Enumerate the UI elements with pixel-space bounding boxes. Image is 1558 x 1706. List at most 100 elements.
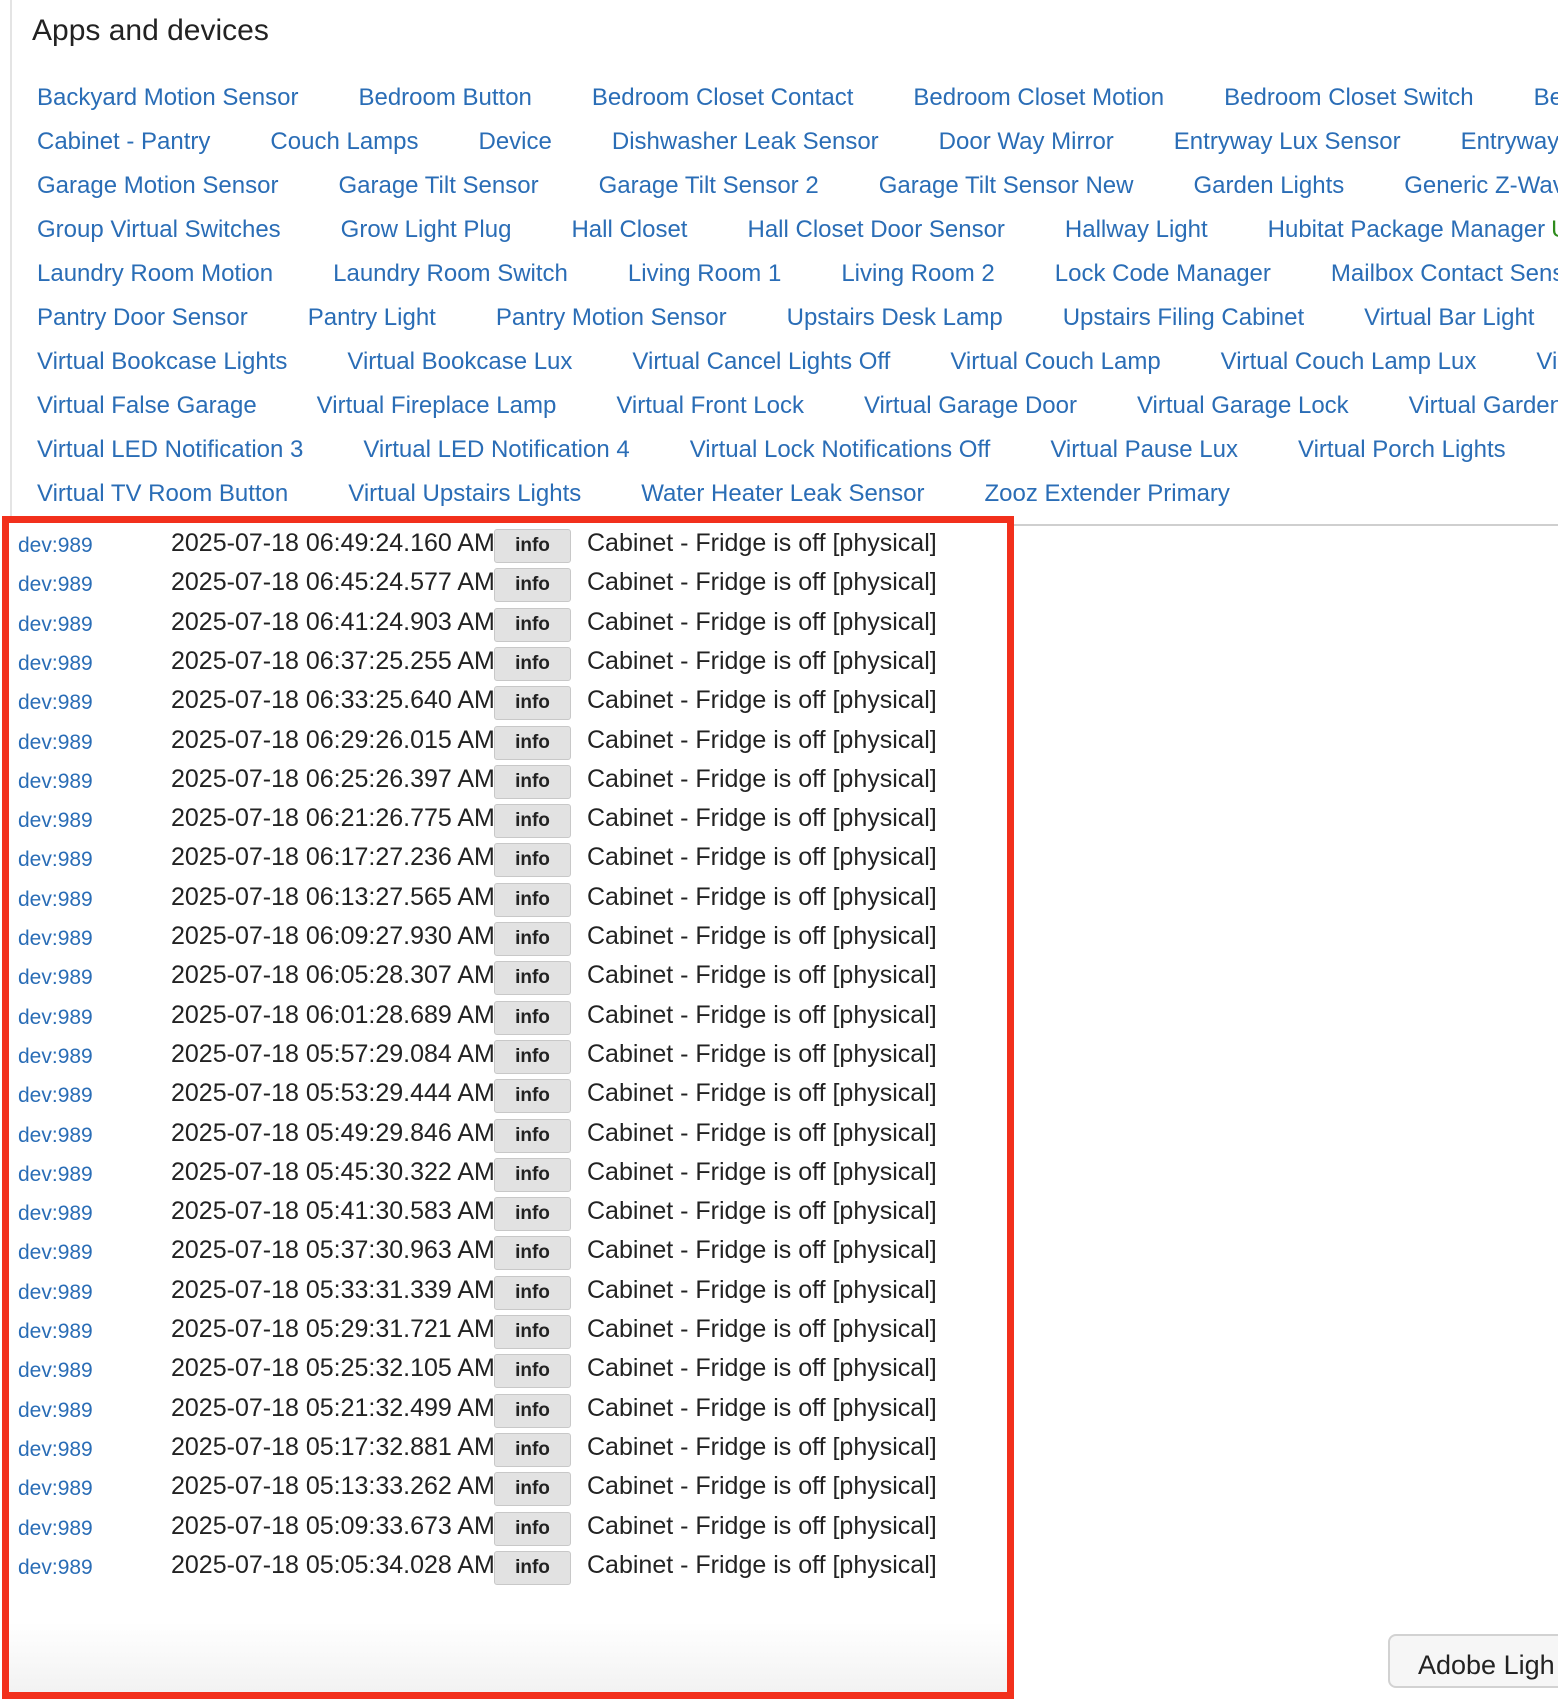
log-message: Cabinet - Fridge is off [physical] — [587, 882, 937, 911]
device-link[interactable]: Hall Closet Door Sensor — [747, 216, 1004, 244]
device-link[interactable]: Door Way Mirror — [939, 128, 1114, 156]
log-message: Cabinet - Fridge is off [physical] — [587, 646, 937, 675]
log-device-link[interactable]: dev:989 — [18, 848, 93, 872]
log-device-link[interactable]: dev:989 — [18, 1556, 93, 1580]
log-device-link[interactable]: dev:989 — [18, 1084, 93, 1108]
device-link[interactable]: Virtual Garage Lock — [1137, 392, 1349, 420]
device-link[interactable]: Virtual Couch Lamp Lux — [1221, 348, 1477, 376]
log-device-link[interactable]: dev:989 — [18, 652, 93, 676]
log-device-link[interactable]: dev:989 — [18, 1438, 93, 1462]
device-link[interactable]: Virtual Cancel Lights Off — [632, 348, 890, 376]
adobe-app-tooltip[interactable]: Adobe Ligh — [1388, 1634, 1558, 1688]
device-link[interactable]: Hall Closet — [571, 216, 687, 244]
device-link[interactable]: Virtual Bookcase Lights — [37, 348, 287, 376]
device-link[interactable]: Pantry Light — [308, 304, 436, 332]
device-link[interactable]: Virtual TV Room Button — [37, 480, 288, 508]
device-link[interactable]: Dishwasher Leak Sensor — [612, 128, 879, 156]
log-device-link[interactable]: dev:989 — [18, 966, 93, 990]
device-link[interactable]: Virtual Front Lock — [616, 392, 804, 420]
device-link[interactable]: Device — [479, 128, 552, 156]
log-device-link[interactable]: dev:989 — [18, 731, 93, 755]
log-device-link[interactable]: dev:989 — [18, 1517, 93, 1541]
device-link[interactable]: Virtual False Garage — [37, 392, 257, 420]
log-device-link[interactable]: dev:989 — [18, 1202, 93, 1226]
device-link[interactable]: Garage Tilt Sensor — [338, 172, 538, 200]
device-link[interactable]: Garden Lights — [1193, 172, 1344, 200]
log-timestamp: 2025-07-18 05:09:33.673 AM — [171, 1511, 495, 1540]
device-link[interactable]: Garage Tilt Sensor 2 — [599, 172, 819, 200]
device-link[interactable]: Virtual Bar Light — [1364, 304, 1534, 332]
device-link[interactable]: Bedroom Closet Switch — [1224, 84, 1473, 112]
device-link[interactable]: Laundry Room Switch — [333, 260, 568, 288]
device-link[interactable]: Upstairs Filing Cabinet — [1063, 304, 1304, 332]
log-device-link[interactable]: dev:989 — [18, 613, 93, 637]
log-device-link[interactable]: dev:989 — [18, 573, 93, 597]
log-device-link[interactable]: dev:989 — [18, 1163, 93, 1187]
device-link[interactable]: Cabinet - Pantry — [37, 128, 210, 156]
device-link[interactable]: Virtual LED Notification 4 — [363, 436, 629, 464]
device-link[interactable]: Bedroom Closet Motion — [913, 84, 1164, 112]
log-row: dev:989 2025-07-18 06:05:28.307 AM info Cab… — [9, 956, 1007, 999]
device-link[interactable]: Living Room 2 — [841, 260, 994, 288]
device-link[interactable]: Upstairs Desk Lamp — [787, 304, 1003, 332]
device-link[interactable]: Lock Code Manager — [1055, 260, 1271, 288]
device-link[interactable]: Pantry Door Sensor — [37, 304, 248, 332]
device-link[interactable]: Entryway Mo — [1461, 128, 1558, 156]
log-device-link[interactable]: dev:989 — [18, 1124, 93, 1148]
device-link[interactable]: Virtual Fireplace Lamp — [317, 392, 557, 420]
log-device-link[interactable]: dev:989 — [18, 1477, 93, 1501]
apps-and-devices-panel: Apps and devices Backyard Motion Sensor B… — [10, 0, 1558, 526]
device-link[interactable]: Virtual LED Notification 3 — [37, 436, 303, 464]
log-device-link[interactable]: dev:989 — [18, 1399, 93, 1423]
device-link[interactable]: Couch Lamps — [270, 128, 418, 156]
device-link[interactable]: Garage Tilt Sensor New — [879, 172, 1134, 200]
device-link[interactable]: Grow Light Plug — [341, 216, 512, 244]
log-device-link[interactable]: dev:989 — [18, 927, 93, 951]
device-link[interactable]: Virt — [1536, 348, 1558, 376]
device-link[interactable]: Hubitat Package Manager — [1268, 216, 1546, 244]
device-link[interactable]: Generic Z-Wave C — [1404, 172, 1558, 200]
device-link[interactable]: Garage Motion Sensor — [37, 172, 278, 200]
device-row: Backyard Motion Sensor Bedroom Button Bedr… — [37, 76, 1558, 120]
log-level-badge: info — [494, 882, 571, 917]
device-link[interactable]: Virtual Bookcase Lux — [347, 348, 572, 376]
log-device-link[interactable]: dev:989 — [18, 809, 93, 833]
device-row: Garage Motion Sensor Garage Tilt Sensor Ga… — [37, 164, 1558, 208]
log-device-link[interactable]: dev:989 — [18, 1241, 93, 1265]
device-link[interactable]: Backyard Motion Sensor — [37, 84, 298, 112]
device-link[interactable]: Laundry Room Motion — [37, 260, 273, 288]
device-link[interactable]: Virtual Garden Li — [1409, 392, 1558, 420]
log-device-link[interactable]: dev:989 — [18, 1045, 93, 1069]
log-message: Cabinet - Fridge is off [physical] — [587, 1197, 937, 1226]
device-link[interactable]: Bedroom Button — [358, 84, 531, 112]
device-link[interactable]: Entryway Lux Sensor — [1174, 128, 1401, 156]
device-link[interactable]: Water Heater Leak Sensor — [641, 480, 924, 508]
log-row: dev:989 2025-07-18 05:53:29.444 AM info Cab… — [9, 1074, 1007, 1117]
log-message: Cabinet - Fridge is off [physical] — [587, 1511, 937, 1540]
device-link[interactable]: Virtual Porch Lights — [1298, 436, 1506, 464]
device-link[interactable]: Virtual Garage Door — [864, 392, 1077, 420]
log-row: dev:989 2025-07-18 05:13:33.262 AM info Cab… — [9, 1467, 1007, 1510]
device-link[interactable]: Bedroom Closet Contact — [592, 84, 853, 112]
device-link[interactable]: Virtual Upstairs Lights — [348, 480, 581, 508]
device-link[interactable]: Bed — [1534, 84, 1558, 112]
log-device-link[interactable]: dev:989 — [18, 1320, 93, 1344]
device-link[interactable]: Pantry Motion Sensor — [496, 304, 727, 332]
log-device-link[interactable]: dev:989 — [18, 888, 93, 912]
device-link[interactable]: Virtual Couch Lamp — [950, 348, 1160, 376]
device-link[interactable]: Virtual Pause Lux — [1050, 436, 1238, 464]
log-device-link[interactable]: dev:989 — [18, 770, 93, 794]
device-link[interactable]: Living Room 1 — [628, 260, 781, 288]
log-device-link[interactable]: dev:989 — [18, 534, 93, 558]
device-link[interactable]: Hallway Light — [1065, 216, 1208, 244]
log-device-link[interactable]: dev:989 — [18, 1006, 93, 1030]
device-link[interactable]: Zooz Extender Primary — [985, 480, 1230, 508]
log-device-link[interactable]: dev:989 — [18, 691, 93, 715]
log-device-link[interactable]: dev:989 — [18, 1281, 93, 1305]
device-link[interactable]: Mailbox Contact Sensor — [1331, 260, 1558, 288]
log-level-badge: info — [494, 1079, 571, 1114]
device-link[interactable]: Virtual Lock Notifications Off — [690, 436, 991, 464]
log-device-link[interactable]: dev:989 — [18, 1359, 93, 1383]
device-link[interactable]: Group Virtual Switches — [37, 216, 281, 244]
device-link-suffix[interactable]: Up — [1551, 216, 1558, 244]
